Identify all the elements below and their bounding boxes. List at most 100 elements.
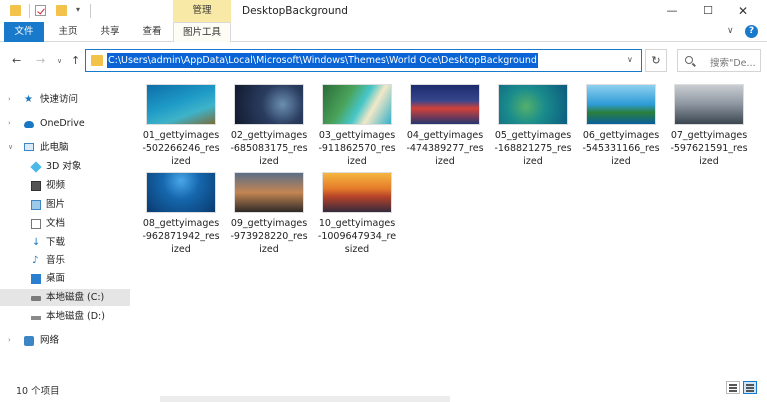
quick-access-dropdown-icon[interactable]: ▾ xyxy=(76,5,80,14)
close-button[interactable]: ✕ xyxy=(728,2,758,20)
image-thumbnail[interactable] xyxy=(586,84,656,125)
file-name-line: 03_gettyimages xyxy=(318,130,396,141)
sidebar-item-label: 本地磁盘 (D:) xyxy=(46,311,105,322)
file-tile[interactable]: 01_gettyimages -502266246_res ized xyxy=(134,78,222,167)
sidebar-item-label: 图片 xyxy=(46,199,66,210)
search-input[interactable]: 搜索"De... xyxy=(677,49,761,72)
new-folder-icon[interactable] xyxy=(56,5,67,16)
expand-ribbon-icon[interactable]: ∨ xyxy=(727,26,734,36)
file-name-line: -962871942_res xyxy=(142,231,220,242)
image-thumbnail[interactable] xyxy=(322,84,392,125)
sidebar-item-label: 音乐 xyxy=(46,255,66,266)
sidebar-item-music[interactable]: ♪ 音乐 xyxy=(0,252,130,269)
image-thumbnail[interactable] xyxy=(146,84,216,125)
window-title: DesktopBackground xyxy=(242,5,348,17)
tab-picture-tools[interactable]: 图片工具 xyxy=(173,22,231,42)
navigation-pane: › ★ 快速访问 › OneDrive ∨ 此电脑 3D 对象 视频 图片 文档… xyxy=(0,78,130,368)
title-bar: ▾ 管理 DesktopBackground — ☐ ✕ xyxy=(0,0,767,22)
image-thumbnail[interactable] xyxy=(234,84,304,125)
sidebar-item-label: 桌面 xyxy=(46,273,66,284)
file-tile[interactable]: 06_gettyimages -545331166_res ized xyxy=(574,78,662,167)
image-thumbnail[interactable] xyxy=(146,172,216,213)
sidebar-item-3d-objects[interactable]: 3D 对象 xyxy=(0,158,130,175)
chevron-down-icon[interactable]: ∨ xyxy=(8,139,13,156)
search-placeholder: 搜索"De... xyxy=(710,58,756,69)
file-name-line: -545331166_res xyxy=(582,143,660,154)
network-icon xyxy=(24,336,34,346)
address-path[interactable]: C:\Users\admin\AppData\Local\Microsoft\W… xyxy=(107,53,538,68)
sidebar-item-drive-d[interactable]: 本地磁盘 (D:) xyxy=(0,308,130,325)
file-tile[interactable]: 09_gettyimages -973928220_res ized xyxy=(222,166,310,255)
refresh-button[interactable]: ↻ xyxy=(645,49,667,72)
chevron-right-icon[interactable]: › xyxy=(8,332,11,349)
chevron-right-icon[interactable]: › xyxy=(8,115,11,132)
address-dropdown-icon[interactable]: ∨ xyxy=(627,55,633,64)
3d-objects-icon xyxy=(30,161,42,173)
folder-icon[interactable] xyxy=(10,5,21,16)
drive-c-icon xyxy=(31,296,41,301)
image-thumbnail[interactable] xyxy=(410,84,480,125)
file-name: 08_gettyimages -962871942_res ized xyxy=(134,217,228,256)
file-name-line: -973928220_res xyxy=(230,231,308,242)
drive-d-icon xyxy=(31,316,41,320)
documents-icon xyxy=(31,219,41,229)
file-tile[interactable]: 08_gettyimages -962871942_res ized xyxy=(134,166,222,255)
help-icon[interactable]: ? xyxy=(745,25,758,38)
sidebar-item-label: 此电脑 xyxy=(40,142,69,153)
sidebar-item-label: 文档 xyxy=(46,218,66,229)
divider xyxy=(29,4,30,18)
videos-icon xyxy=(31,181,41,191)
details-view-icon[interactable] xyxy=(726,381,740,394)
properties-check-icon[interactable] xyxy=(35,5,46,16)
chevron-right-icon[interactable]: › xyxy=(8,91,11,108)
maximize-button[interactable]: ☐ xyxy=(693,2,723,20)
file-tile[interactable]: 04_gettyimages -474389277_res ized xyxy=(398,78,486,167)
file-name: 10_gettyimages -1009647934_re sized xyxy=(310,217,404,256)
file-tile[interactable]: 10_gettyimages -1009647934_re sized xyxy=(310,166,398,255)
file-name-line: 01_gettyimages xyxy=(142,130,220,141)
file-tile[interactable]: 02_gettyimages -685083175_res ized xyxy=(222,78,310,167)
up-button[interactable]: ↑ xyxy=(71,54,80,67)
music-icon: ♪ xyxy=(32,255,39,266)
file-list: 01_gettyimages -502266246_res ized 02_ge… xyxy=(130,78,767,368)
context-tab-manage[interactable]: 管理 xyxy=(173,0,231,22)
image-thumbnail[interactable] xyxy=(498,84,568,125)
tab-home[interactable]: 主页 xyxy=(53,22,83,42)
file-name: 04_gettyimages -474389277_res ized xyxy=(398,129,492,168)
sidebar-item-label: OneDrive xyxy=(40,118,85,129)
file-name-line: 04_gettyimages xyxy=(406,130,484,141)
back-button[interactable]: ← xyxy=(12,54,21,67)
sidebar-item-drive-c[interactable]: 本地磁盘 (C:) xyxy=(0,289,130,306)
address-bar[interactable]: C:\Users\admin\AppData\Local\Microsoft\W… xyxy=(85,49,642,72)
file-name-line: 07_gettyimages xyxy=(670,130,748,141)
image-thumbnail[interactable] xyxy=(234,172,304,213)
file-tile[interactable]: 05_gettyimages -168821275_res ized xyxy=(486,78,574,167)
file-tile[interactable]: 07_gettyimages -597621591_res ized xyxy=(662,78,750,167)
sidebar-item-pictures[interactable]: 图片 xyxy=(0,196,130,213)
forward-button[interactable]: → xyxy=(36,54,45,67)
desktop-icon xyxy=(31,274,41,284)
sidebar-item-quick-access[interactable]: › ★ 快速访问 xyxy=(0,91,130,108)
large-icons-view-icon[interactable] xyxy=(743,381,757,394)
file-name: 05_gettyimages -168821275_res ized xyxy=(486,129,580,168)
sidebar-item-onedrive[interactable]: › OneDrive xyxy=(0,115,130,132)
sidebar-item-this-pc[interactable]: ∨ 此电脑 xyxy=(0,139,130,156)
sidebar-item-desktop[interactable]: 桌面 xyxy=(0,270,130,287)
file-name-line: ized xyxy=(699,156,719,167)
image-thumbnail[interactable] xyxy=(322,172,392,213)
sidebar-item-documents[interactable]: 文档 xyxy=(0,215,130,232)
tab-view[interactable]: 查看 xyxy=(137,22,167,42)
sidebar-item-downloads[interactable]: ↓ 下载 xyxy=(0,234,130,251)
recent-locations-dropdown[interactable]: ∨ xyxy=(57,57,62,65)
file-tile[interactable]: 03_gettyimages -911862570_res ized xyxy=(310,78,398,167)
tab-share[interactable]: 共享 xyxy=(95,22,125,42)
divider xyxy=(90,4,91,18)
file-name-line: -685083175_res xyxy=(230,143,308,154)
sidebar-item-videos[interactable]: 视频 xyxy=(0,177,130,194)
image-thumbnail[interactable] xyxy=(674,84,744,125)
sidebar-item-network[interactable]: › 网络 xyxy=(0,332,130,349)
tab-file[interactable]: 文件 xyxy=(4,22,44,42)
minimize-button[interactable]: — xyxy=(657,2,687,20)
search-icon xyxy=(685,56,693,64)
taskbar-strip xyxy=(160,396,450,402)
